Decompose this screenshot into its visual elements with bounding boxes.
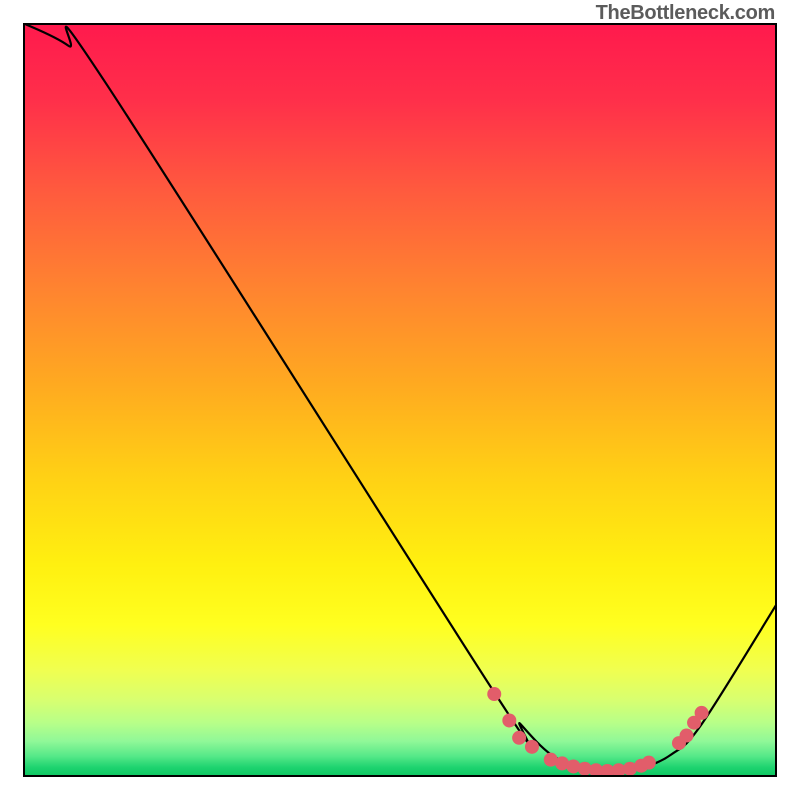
- curve-marker: [512, 731, 526, 745]
- attribution-text: TheBottleneck.com: [596, 2, 775, 25]
- curve-marker: [642, 756, 656, 770]
- bottleneck-curve: [23, 23, 777, 772]
- curve-layer: [23, 23, 777, 777]
- curve-marker: [695, 706, 709, 720]
- curve-marker: [487, 687, 501, 701]
- curve-marker: [525, 740, 539, 754]
- curve-marker: [502, 713, 516, 727]
- curve-marker: [680, 729, 694, 743]
- plot-area: [23, 23, 777, 777]
- curve-markers: [487, 687, 708, 777]
- bottleneck-chart: TheBottleneck.com: [0, 0, 800, 800]
